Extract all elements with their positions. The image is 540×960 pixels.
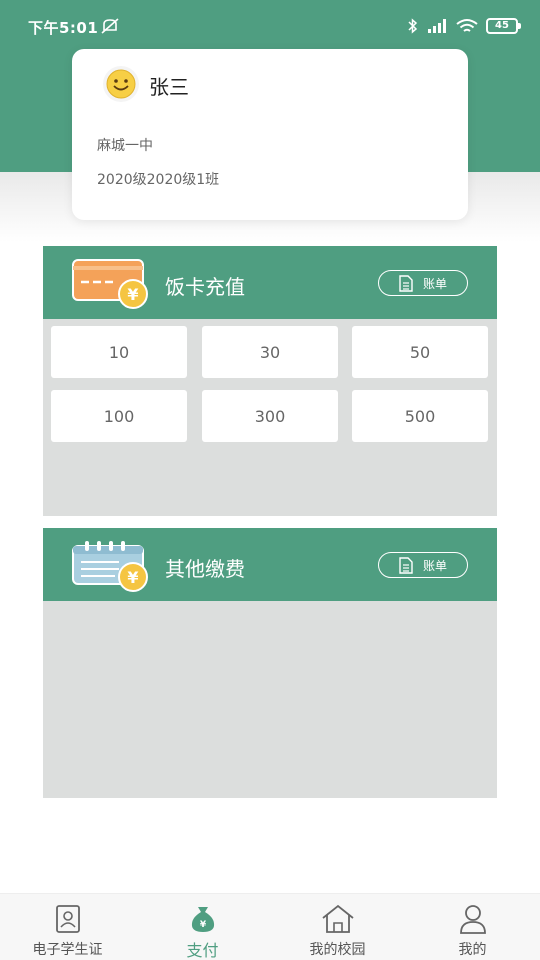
profile-card[interactable]: 张三 麻城一中 2020级2020级1班 <box>72 49 468 220</box>
status-bar: 下午5:01 45 <box>0 0 540 52</box>
bill-label: 账单 <box>422 276 447 291</box>
other-fees-panel: ¥ 其他缴费 账单 <box>43 528 497 798</box>
document-icon <box>399 274 413 292</box>
other-fees-title: 其他缴费 <box>165 557 245 581</box>
status-icons: 45 <box>408 16 521 36</box>
person-icon <box>459 905 486 934</box>
tab-payment[interactable]: ¥ 支付 <box>135 894 270 960</box>
amount-option-500[interactable]: 500 <box>352 390 488 442</box>
tab-label: 我的 <box>458 942 487 958</box>
tab-label: 电子学生证 <box>32 942 103 958</box>
user-name: 张三 <box>149 75 189 99</box>
tab-student-id[interactable]: 电子学生证 <box>0 894 135 960</box>
bill-label: 账单 <box>422 558 447 573</box>
signal-icon <box>428 19 446 33</box>
amount-option-300[interactable]: 300 <box>202 390 338 442</box>
svg-text:¥: ¥ <box>199 920 206 930</box>
id-card-icon <box>55 905 80 933</box>
svg-text:¥: ¥ <box>127 285 138 304</box>
document-icon <box>399 556 413 574</box>
calendar-yuan-icon: ¥ <box>72 541 148 592</box>
battery-icon: 45 <box>486 18 521 34</box>
class-name: 2020级2020级1班 <box>97 172 220 188</box>
tab-my-campus[interactable]: 我的校园 <box>270 894 405 960</box>
amount-option-30[interactable]: 30 <box>202 326 338 378</box>
tab-label: 支付 <box>186 941 219 960</box>
money-bag-icon: ¥ <box>191 907 214 932</box>
recharge-title: 饭卡充值 <box>165 275 245 299</box>
amount-option-100[interactable]: 100 <box>51 390 187 442</box>
meal-card-recharge-panel: ¥ 饭卡充值 账单 10 30 50 100 300 500 <box>43 246 497 516</box>
amount-option-50[interactable]: 50 <box>352 326 488 378</box>
wifi-icon <box>456 19 478 32</box>
school-name: 麻城一中 <box>97 138 153 154</box>
card-yuan-icon: ¥ <box>72 259 148 309</box>
house-icon <box>321 904 354 933</box>
tab-label: 我的校园 <box>309 942 366 958</box>
amount-option-10[interactable]: 10 <box>51 326 187 378</box>
svg-text:¥: ¥ <box>127 568 138 587</box>
recharge-header: ¥ 饭卡充值 账单 <box>43 246 497 319</box>
recharge-bill-button[interactable]: 账单 <box>378 270 468 296</box>
mute-icon <box>101 18 119 34</box>
tab-mine[interactable]: 我的 <box>405 894 540 960</box>
other-fees-bill-button[interactable]: 账单 <box>378 552 468 578</box>
bottom-tab-bar: 电子学生证 ¥ 支付 我的校园 我的 <box>0 893 540 960</box>
bluetooth-icon <box>408 18 418 34</box>
smiley-face-icon <box>103 66 139 102</box>
other-fees-header: ¥ 其他缴费 账单 <box>43 528 497 601</box>
status-time: 下午5:01 <box>28 19 99 37</box>
